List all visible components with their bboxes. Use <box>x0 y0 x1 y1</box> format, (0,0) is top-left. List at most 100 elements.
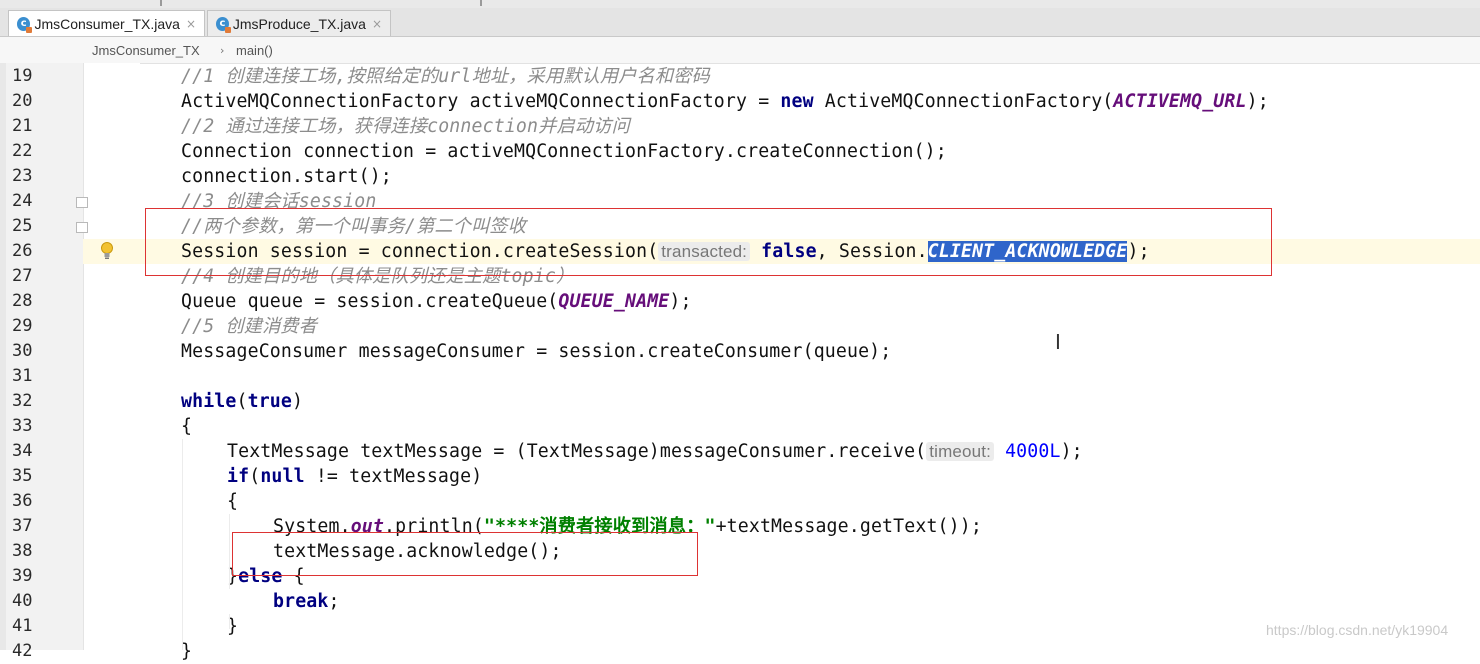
code-token: MessageConsumer messageConsumer = sessio… <box>181 341 892 362</box>
line-number: 31 <box>12 366 33 386</box>
code-token: //2 通过连接工场，获得连接connection并启动访问 <box>181 116 630 137</box>
code-text[interactable]: TextMessage textMessage = (TextMessage)m… <box>227 439 1083 464</box>
code-token: connection.start(); <box>181 166 392 187</box>
line-number: 28 <box>12 291 33 311</box>
code-line[interactable]: 34 TextMessage textMessage = (TextMessage… <box>0 439 1480 464</box>
code-token: //1 创建连接工场,按照给定的url地址，采用默认用户名和密码 <box>181 66 710 87</box>
code-line[interactable]: 30 MessageConsumer messageConsumer = sess… <box>0 339 1480 364</box>
toolbar-divider <box>480 0 482 6</box>
breadcrumb-separator: › <box>220 43 225 57</box>
breadcrumb: JmsConsumer_TX › main() <box>0 37 1480 64</box>
line-number: 19 <box>12 66 33 86</box>
code-text[interactable]: MessageConsumer messageConsumer = sessio… <box>181 339 891 364</box>
code-text[interactable]: Queue queue = session.createQueue(QUEUE_… <box>181 289 692 314</box>
code-line[interactable]: 41} <box>0 614 1480 639</box>
java-class-icon: c <box>17 16 33 33</box>
breadcrumb-class[interactable]: JmsConsumer_TX <box>92 43 200 58</box>
code-text[interactable]: //2 通过连接工场，获得连接connection并启动访问 <box>181 114 630 139</box>
code-line[interactable]: 19 //1 创建连接工场,按照给定的url地址，采用默认用户名和密码 <box>0 64 1480 89</box>
code-text[interactable]: break; <box>273 589 340 614</box>
code-line[interactable]: 38 textMessage.acknowledge(); <box>0 539 1480 564</box>
code-line[interactable]: 40 break; <box>0 589 1480 614</box>
code-text[interactable]: if(null != textMessage) <box>227 464 482 489</box>
code-token: QUEUE_NAME <box>558 291 670 312</box>
code-token: { <box>227 491 239 512</box>
code-line[interactable]: 42} <box>0 639 1480 664</box>
code-line[interactable]: 22 Connection connection = activeMQConnec… <box>0 139 1480 164</box>
code-line[interactable]: 32 while(true) <box>0 389 1480 414</box>
lightbulb-icon[interactable] <box>100 241 114 261</box>
code-line[interactable]: 36 { <box>0 489 1480 514</box>
code-text[interactable]: { <box>181 414 192 439</box>
code-text[interactable]: connection.start(); <box>181 164 392 189</box>
line-number: 22 <box>12 141 33 161</box>
fold-marker-icon[interactable] <box>76 197 88 208</box>
code-text[interactable]: while(true) <box>181 389 303 414</box>
code-text[interactable]: { <box>227 489 238 514</box>
code-token: ( <box>249 466 261 487</box>
java-class-icon: c <box>216 16 231 33</box>
line-number: 26 <box>12 241 33 261</box>
code-line[interactable]: 29 //5 创建消费者 <box>0 314 1480 339</box>
code-token: TextMessage textMessage = (TextMessage)m… <box>227 441 927 462</box>
code-line[interactable]: 33 { <box>0 414 1480 439</box>
line-number: 25 <box>12 216 33 236</box>
tab-label: JmsConsumer_TX.java <box>34 15 180 32</box>
close-icon[interactable]: × <box>186 17 196 31</box>
code-token: ( <box>236 391 248 412</box>
indent-guide <box>229 614 230 629</box>
code-token: //5 创建消费者 <box>181 316 318 337</box>
line-number: 42 <box>12 641 33 661</box>
watermark: https://blog.csdn.net/yk19904 <box>1266 622 1449 638</box>
annotation-box-session <box>145 208 1272 276</box>
code-line[interactable]: 28 Queue queue = session.createQueue(QUEU… <box>0 289 1480 314</box>
code-text[interactable]: //1 创建连接工场,按照给定的url地址，采用默认用户名和密码 <box>181 64 710 89</box>
code-line[interactable]: 31 <box>0 364 1480 389</box>
code-text[interactable]: Connection connection = activeMQConnecti… <box>181 139 947 164</box>
code-text[interactable]: ActiveMQConnectionFactory activeMQConnec… <box>181 89 1269 114</box>
fold-marker-icon[interactable] <box>76 222 88 233</box>
line-number: 24 <box>12 191 33 211</box>
code-token: ; <box>328 591 340 612</box>
line-number: 32 <box>12 391 33 411</box>
code-line[interactable]: 37 System.out.println("****消费者接收到消息："+tex… <box>0 514 1480 539</box>
code-text[interactable]: //5 创建消费者 <box>181 314 317 339</box>
line-number: 30 <box>12 341 33 361</box>
line-number: 37 <box>12 516 33 536</box>
code-token: while <box>181 391 237 412</box>
line-number: 38 <box>12 541 33 561</box>
code-line[interactable]: 20 ActiveMQConnectionFactory activeMQConn… <box>0 89 1480 114</box>
code-line[interactable]: 23 connection.start(); <box>0 164 1480 189</box>
code-token: if <box>227 466 250 487</box>
code-token: ); <box>1060 441 1083 462</box>
code-token: != textMessage) <box>304 466 483 487</box>
annotation-box-acknowledge <box>232 532 698 576</box>
code-token: ActiveMQConnectionFactory( <box>813 91 1114 112</box>
code-token: true <box>247 391 293 412</box>
tab-jmsproduce-tx[interactable]: c JmsProduce_TX.java × <box>207 10 391 36</box>
window-top-strip <box>0 0 1480 8</box>
code-token: ); <box>669 291 692 312</box>
code-token: new <box>780 91 814 112</box>
line-number: 40 <box>12 591 33 611</box>
tab-jmsconsumer-tx[interactable]: c JmsConsumer_TX.java × <box>8 10 205 36</box>
code-token: { <box>181 416 193 437</box>
parameter-hint: timeout: <box>926 442 994 461</box>
line-number: 29 <box>12 316 33 336</box>
close-icon[interactable]: × <box>372 17 382 31</box>
line-number: 23 <box>12 166 33 186</box>
code-line[interactable]: 21 //2 通过连接工场，获得连接connection并启动访问 <box>0 114 1480 139</box>
indent-guide <box>229 514 230 589</box>
breadcrumb-method[interactable]: main() <box>236 43 273 58</box>
line-number: 27 <box>12 266 33 286</box>
code-token: ActiveMQConnectionFactory activeMQConnec… <box>181 91 781 112</box>
indent-guide <box>182 439 183 650</box>
line-number: 41 <box>12 616 33 636</box>
code-token: ); <box>1246 91 1269 112</box>
code-token: ACTIVEMQ_URL <box>1113 91 1247 112</box>
code-line[interactable]: 39}else { <box>0 564 1480 589</box>
code-line[interactable]: 35 if(null != textMessage) <box>0 464 1480 489</box>
line-number: 39 <box>12 566 33 586</box>
code-token: null <box>260 466 305 487</box>
